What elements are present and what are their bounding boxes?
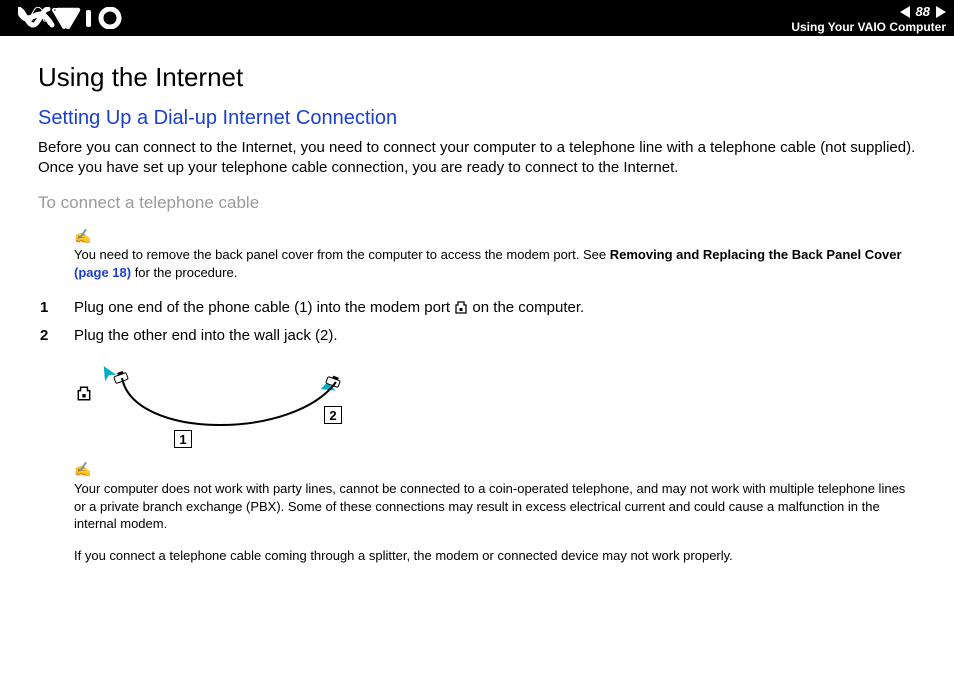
cable-diagram: ➤ ➤ 1 2 [74,360,374,450]
note-3: If you connect a telephone cable coming … [74,547,920,565]
page-title: Using the Internet [38,62,920,93]
note1-link[interactable]: (page 18) [74,265,131,280]
cable-line [114,370,344,430]
prev-page-icon[interactable] [900,6,910,18]
step-text: Plug one end of the phone cable (1) into… [74,295,584,323]
note1-bold: Removing and Replacing the Back Panel Co… [610,247,902,262]
step-text: Plug the other end into the wall jack (2… [74,323,337,349]
note1-text-post: for the procedure. [131,265,237,280]
breadcrumb: Using Your VAIO Computer [791,20,946,34]
note2-text: Your computer does not work with party l… [74,481,905,531]
step1-text-a: Plug one end of the phone cable (1) into… [74,299,454,316]
step1-text-b: on the computer. [468,299,584,316]
step-number: 2 [38,323,74,349]
steps-list: 1 Plug one end of the phone cable (1) in… [38,295,920,348]
next-page-icon[interactable] [936,6,946,18]
page-subtitle: Setting Up a Dial-up Internet Connection [38,107,920,130]
modem-port-icon [454,297,468,323]
section-heading: To connect a telephone cable [38,193,920,213]
step-number: 1 [38,295,74,323]
vaio-logo: VAIO [18,7,138,29]
note-icon: ✍ [74,460,920,479]
diagram-label-2: 2 [324,406,342,424]
page-navigation: 88 [900,4,946,20]
modem-port-icon [76,386,92,406]
step-1: 1 Plug one end of the phone cable (1) in… [38,295,920,323]
note1-text-pre: You need to remove the back panel cover … [74,247,610,262]
intro-paragraph: Before you can connect to the Internet, … [38,138,920,179]
page-number: 88 [916,4,930,20]
header-bar: VAIO 88 Using Your VAIO Computer [0,0,954,36]
note-1: ✍ You need to remove the back panel cove… [74,227,920,282]
page-content: Using the Internet Setting Up a Dial-up … [0,36,954,575]
header-right: 88 Using Your VAIO Computer [791,2,946,34]
note-icon: ✍ [74,227,920,246]
step-2: 2 Plug the other end into the wall jack … [38,323,920,349]
note-2: ✍ Your computer does not work with party… [74,460,920,533]
diagram-label-1: 1 [174,430,192,448]
